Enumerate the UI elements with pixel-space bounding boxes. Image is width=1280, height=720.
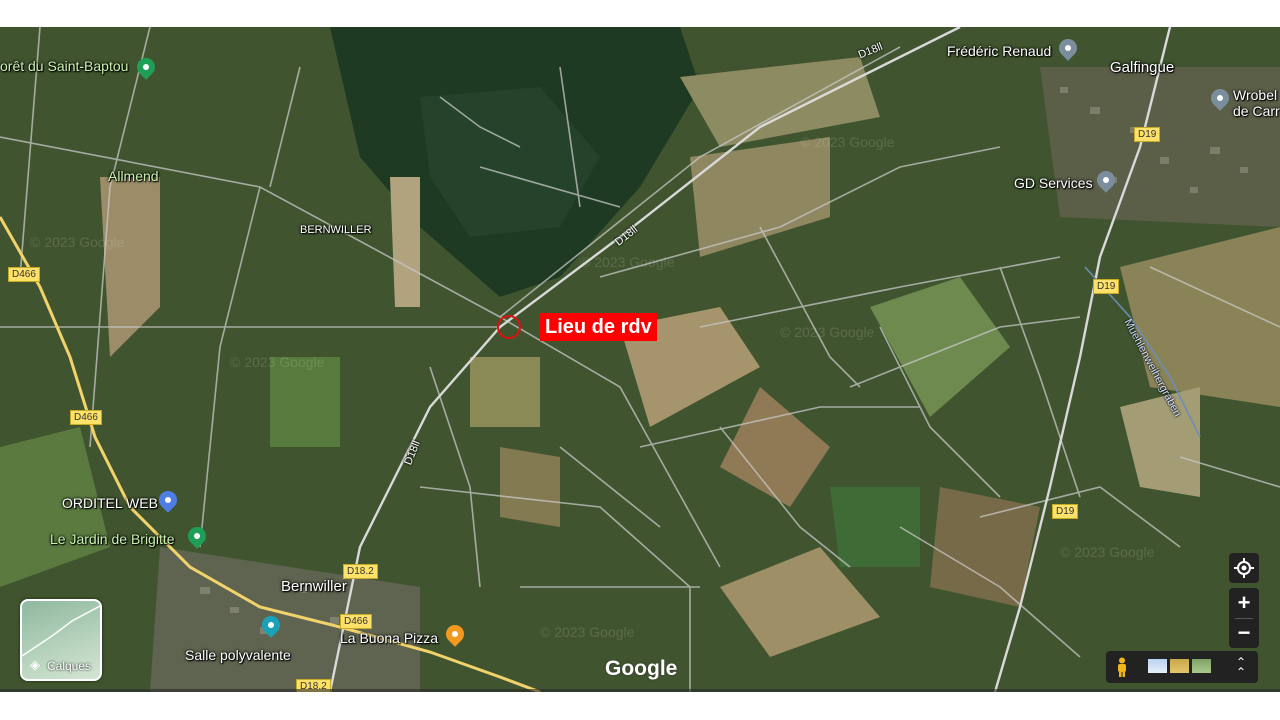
place-label-buona-pizza[interactable]: La Buona Pizza — [340, 630, 438, 646]
svg-text:© 2023 Google: © 2023 Google — [780, 324, 875, 340]
layers-button[interactable]: ◈ Calques — [20, 599, 102, 681]
road-tag-d466: D466 — [70, 410, 102, 425]
road-tag-d466: D466 — [8, 267, 40, 282]
street-view-bar: ⌃ ⌃ — [1106, 651, 1258, 683]
attribution-bar — [0, 689, 1280, 692]
svg-text:© 2023 Google: © 2023 Google — [30, 234, 125, 250]
place-label-orditel[interactable]: ORDITEL WEB — [62, 495, 158, 511]
terrain-thumbnail[interactable] — [1148, 659, 1167, 673]
place-label-salle[interactable]: Salle polyvalente — [185, 647, 291, 663]
road-tag-d19: D19 — [1052, 504, 1079, 519]
google-logo: Google — [605, 657, 678, 680]
road-tag-d19: D19 — [1093, 279, 1120, 294]
satellite-thumbnail[interactable] — [1170, 659, 1189, 673]
meeting-point-label: Lieu de rdv — [540, 313, 657, 341]
svg-text:© 2023 Google: © 2023 Google — [230, 354, 325, 370]
street-thumbnail[interactable] — [1192, 659, 1211, 673]
expand-icon[interactable]: ⌃ ⌃ — [1236, 656, 1246, 678]
my-location-button[interactable] — [1229, 553, 1259, 583]
place-label-wrobel-2[interactable]: de Carr — [1233, 103, 1280, 119]
place-label-bernwiller[interactable]: Bernwiller — [281, 578, 347, 595]
layers-label: Calques — [46, 659, 92, 673]
place-label-galfingue[interactable]: Galfingue — [1110, 59, 1174, 76]
place-label-jardin[interactable]: Le Jardin de Brigitte — [50, 531, 175, 547]
zoom-in-button[interactable]: + — [1229, 588, 1259, 618]
svg-text:© 2023 Google: © 2023 Google — [1060, 544, 1155, 560]
place-label-foret[interactable]: orêt du Saint-Baptou — [0, 58, 128, 74]
svg-text:© 2023 Google: © 2023 Google — [540, 624, 635, 640]
map-imagery: © 2023 Google © 2023 Google © 2023 Googl… — [0, 27, 1280, 692]
pegman-icon[interactable] — [1116, 657, 1128, 677]
place-label-wrobel[interactable]: Wrobel — [1233, 87, 1277, 103]
place-label-allmend[interactable]: Allmend — [108, 168, 159, 184]
place-label-frederic[interactable]: Frédéric Renaud — [947, 43, 1051, 59]
satellite-map[interactable]: © 2023 Google © 2023 Google © 2023 Googl… — [0, 27, 1280, 692]
road-tag-d466: D466 — [340, 614, 372, 629]
road-tag-d18-2: D18.2 — [343, 564, 378, 579]
place-label-gd-services[interactable]: GD Services — [1014, 175, 1093, 191]
place-label-bernwiller-caps: BERNWILLER — [300, 224, 372, 236]
zoom-out-button[interactable]: − — [1229, 619, 1259, 648]
svg-text:© 2023 Google: © 2023 Google — [580, 254, 675, 270]
meeting-point-circle-icon — [497, 315, 521, 339]
layers-thumbnail — [22, 605, 100, 657]
crosshair-icon — [1234, 558, 1254, 578]
road-tag-d19: D19 — [1134, 127, 1161, 142]
zoom-control: + − — [1229, 588, 1259, 648]
svg-text:© 2023 Google: © 2023 Google — [800, 134, 895, 150]
